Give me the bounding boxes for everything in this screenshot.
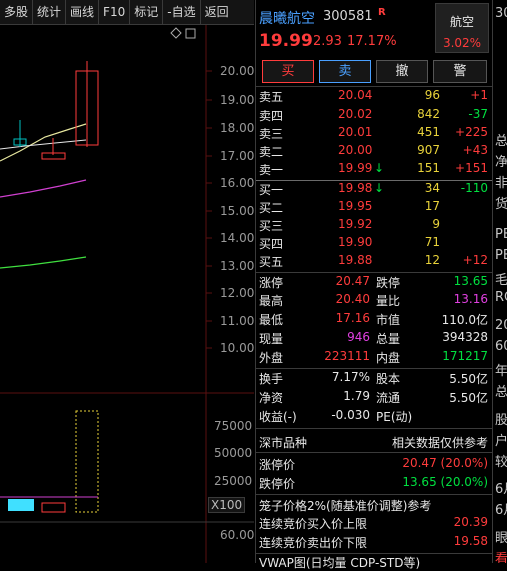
rzrq-badge: R [378, 7, 386, 18]
sector-box[interactable]: 航空 3.02% [435, 3, 489, 53]
sector-name: 航空 [449, 15, 474, 29]
fundamental-row: 净资 1.79 流通 5.50亿 [259, 389, 488, 405]
toolbar-back-button[interactable]: 返回 [201, 0, 233, 24]
ma20-line [0, 179, 87, 198]
price-tick: 15.00 [220, 204, 255, 218]
buy-cap-label: 连续竞价买入价上限 [259, 517, 368, 531]
current-price: 19.99 [259, 31, 313, 51]
toolbar-multi-stock-button[interactable]: 多股 [0, 0, 34, 24]
stat-row: 最低 17.16 市值 110.0亿 [259, 311, 488, 327]
candle-3 [75, 61, 99, 147]
price-tick: 20.00 [220, 64, 255, 78]
square-icon[interactable] [185, 28, 196, 39]
alert-button[interactable]: 警 [433, 60, 487, 83]
fundamental-row: 换手 7.17% 股本 5.50亿 [259, 370, 488, 386]
indicator-tick: 60.00 [220, 528, 255, 542]
kline-chart[interactable]: 20.00 19.00 18.00 17.00 16.00 15.00 14.0… [0, 25, 254, 563]
price-tick: 12.00 [220, 286, 255, 300]
quote-panel: 晨曦航空 300581 R 航空 3.02% 19.99 2.93 17.17%… [255, 0, 492, 570]
price-tick: 14.00 [220, 231, 255, 245]
toolbar-draw-line-button[interactable]: 画线 [66, 0, 100, 24]
bid-row[interactable]: 买三 19.92 9 [256, 217, 492, 236]
ask-row[interactable]: 卖三 20.01 451 +225 [256, 125, 492, 144]
bid-row[interactable]: 买一 19.98 ↓ 34 -110 [256, 181, 492, 200]
price-tick: 10.00 [220, 341, 255, 355]
price-tick: 11.00 [220, 314, 255, 328]
toolbar-remove-watchlist-button[interactable]: -自选 [163, 0, 201, 24]
bid-row[interactable]: 买二 19.95 17 [256, 199, 492, 218]
price-change-pct: 17.17% [347, 34, 397, 49]
toolbar-statistics-button[interactable]: 统计 [33, 0, 67, 24]
down-arrow-icon: ↓ [374, 161, 385, 175]
price-tick: 18.00 [220, 121, 255, 135]
limit-up-label: 涨停价 [259, 458, 296, 472]
buy-button[interactable]: 买 [262, 60, 314, 83]
price-tick: 13.00 [220, 259, 255, 273]
toolbar-mark-button[interactable]: 标记 [130, 0, 164, 24]
price-tick: 19.00 [220, 93, 255, 107]
volume-bar-1 [8, 499, 34, 511]
ma10-line [0, 139, 87, 150]
sell-cap-label: 连续竞价卖出价下限 [259, 536, 368, 550]
limit-up-value: 20.47 (20.0%) [402, 456, 488, 470]
stat-row: 现量 946 总量 394328 [259, 330, 488, 346]
fundamental-row: 收益(-) -0.030 PE(动) [259, 408, 413, 424]
stock-code: 300581 [323, 9, 373, 24]
cancel-order-button[interactable]: 撤 [376, 60, 428, 83]
bid-row[interactable]: 买四 19.90 71 [256, 235, 492, 254]
ask-row[interactable]: 卖四 20.02 842 -37 [256, 107, 492, 126]
price-tick: 17.00 [220, 149, 255, 163]
stat-row: 外盘 223111 内盘 171217 [259, 349, 488, 365]
ask-row[interactable]: 卖二 20.00 907 +43 [256, 143, 492, 162]
ask-row[interactable]: 卖一 19.99 ↓ 151 +151 [256, 161, 492, 180]
candle-2 [41, 138, 66, 160]
volume-tick: 50000 [214, 446, 253, 460]
market-title: 深市品种 [259, 436, 308, 450]
sector-change: 3.02% [442, 36, 482, 50]
sell-cap-value: 19.58 [453, 534, 488, 548]
ask-row[interactable]: 卖五 20.04 96 +1 [256, 88, 492, 107]
buy-cap-value: 20.39 [453, 515, 488, 529]
diamond-icon[interactable] [170, 27, 182, 39]
down-arrow-icon: ↓ [374, 181, 385, 195]
toolbar-f10-button[interactable]: F10 [99, 0, 131, 24]
stat-row: 涨停 20.47 跌停 13.65 [259, 274, 488, 290]
bid-row[interactable]: 买五 19.88 12 +12 [256, 253, 492, 272]
limit-down-value: 13.65 (20.0%) [402, 475, 488, 489]
stat-row: 最高 20.40 量比 13.16 [259, 292, 488, 308]
volume-tick: 25000 [214, 474, 253, 488]
price-tick: 16.00 [220, 176, 255, 190]
market-note: 相关数据仅供参考 [391, 436, 488, 450]
volume-bar-2 [41, 502, 66, 513]
volume-tick: 75000 [214, 419, 253, 433]
side-info-panel: 30 总 净 非 货 PE PE 毛 RO 20 60 年 总 股 户 较 6月… [492, 0, 507, 563]
stock-name[interactable]: 晨曦航空 [259, 8, 315, 28]
volume-unit: X100 [208, 497, 246, 513]
ma60-line [0, 256, 87, 269]
sell-button[interactable]: 卖 [319, 60, 371, 83]
limit-down-label: 跌停价 [259, 477, 296, 491]
candle-1 [13, 120, 27, 147]
chart-toolbar: 多股 统计 画线 F10 标记 -自选 返回 [0, 0, 254, 25]
price-cage-label: 笼子价格2%(随基准价调整)参考 [259, 499, 432, 513]
ma5-line [0, 123, 87, 162]
price-change: 2.93 [313, 34, 342, 49]
